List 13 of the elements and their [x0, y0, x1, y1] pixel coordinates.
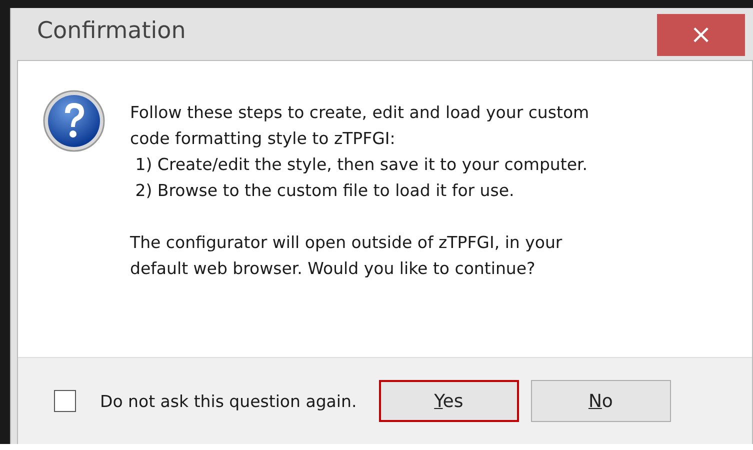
message-text: code formatting style to zTPFGI: — [130, 128, 396, 150]
close-button[interactable]: × — [657, 14, 745, 56]
yes-button[interactable]: Yes — [378, 380, 519, 422]
message-text: default web browser. Would you like to continue? — [130, 258, 536, 280]
message-text: 1) Create/edit the style, then save it to your computer. — [134, 154, 589, 176]
message-text: The configurator will open outside of zTPFGI, in your — [130, 232, 564, 254]
window-title: Confirmation — [37, 18, 186, 44]
checkbox-label: Do not ask this question again. — [100, 392, 357, 410]
no-button[interactable]: No — [530, 380, 671, 422]
checkbox[interactable] — [54, 390, 76, 412]
message-text: 2) Browse to the custom file to load it for use. — [134, 180, 516, 202]
message-text: Follow these steps to create, edit and load your custom — [130, 102, 590, 124]
question-icon — [42, 89, 106, 153]
